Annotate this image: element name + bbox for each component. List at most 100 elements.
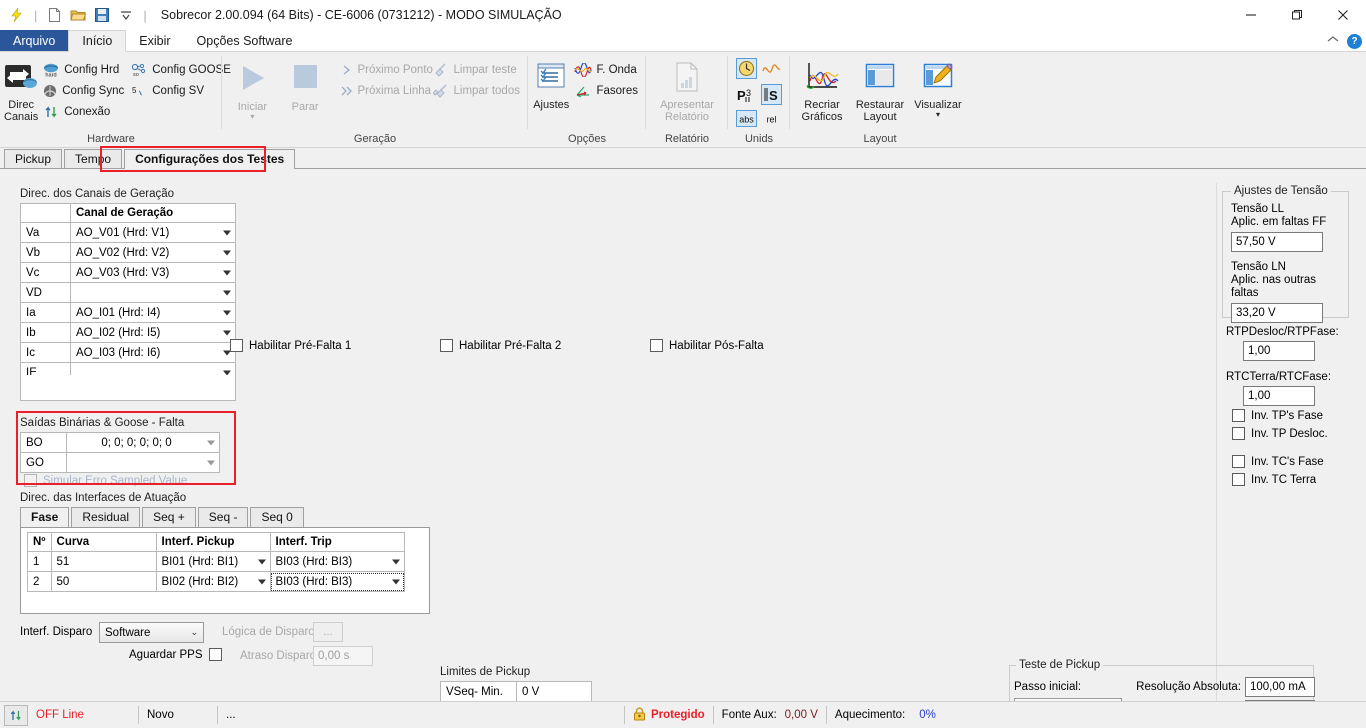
unit-s-toggle[interactable]: S [761,84,782,108]
connection-status-button[interactable] [4,704,28,726]
customize-qat-icon[interactable] [115,4,137,26]
lightning-icon[interactable] [6,4,28,26]
rtc-input[interactable]: 1,00 [1243,386,1315,406]
save-icon[interactable] [91,4,113,26]
restaurar-layout-button[interactable]: Restaurar Layout [850,57,910,123]
chevron-down-icon[interactable] [392,559,400,564]
unit-clock-toggle[interactable] [736,58,757,82]
actuation-tab-seq-plus[interactable]: Seq + [142,507,196,527]
inv-tc-terra-checkbox[interactable]: Inv. TC Terra [1232,473,1316,486]
help-icon[interactable]: ? [1347,33,1362,49]
config-hrd-button[interactable]: hard Config Hrd [40,60,128,80]
habilitar-pre-falta-1-checkbox[interactable]: Habilitar Pré-Falta 1 [230,339,351,352]
inv-tcs-fase-checkbox[interactable]: Inv. TC's Fase [1232,455,1324,468]
config-goose-button[interactable]: so Config GOOSE [128,60,235,80]
checkbox-box[interactable] [1232,427,1245,440]
checkbox-box[interactable] [1232,455,1245,468]
tensao-ll-input[interactable]: 57,50 V [1231,232,1323,252]
checkbox-box[interactable] [440,339,453,352]
channel-select-ia[interactable]: AO_I01 (Hrd: I4) [70,302,236,323]
inv-tps-fase-checkbox[interactable]: Inv. TP's Fase [1232,409,1323,422]
checkbox-box[interactable] [1232,409,1245,422]
minimize-button[interactable] [1228,0,1274,30]
chevron-down-icon[interactable]: ⌄ [190,627,198,638]
new-file-icon[interactable] [43,4,65,26]
unit-rel-toggle[interactable]: rel [761,110,782,130]
iniciar-button[interactable]: Iniciar ▾ [226,57,279,121]
proxima-linha-button[interactable]: Próxima Linha [338,81,431,101]
iniciar-chevron-icon[interactable]: ▾ [250,113,254,121]
checkbox-box[interactable] [1232,473,1245,486]
tab-exibir[interactable]: Exibir [126,30,183,51]
config-sv-button[interactable]: 5 Config SV [128,81,235,101]
tensao-ln-input[interactable]: 33,20 V [1231,303,1323,323]
limit-value-vseq-min[interactable]: 0 V [516,681,592,702]
chevron-down-icon[interactable] [257,579,266,584]
chevron-down-icon[interactable] [223,250,231,255]
tab-arquivo[interactable]: Arquivo [0,30,69,51]
actuation-tab-seq-zero[interactable]: Seq 0 [250,507,304,527]
checkbox-box[interactable] [230,339,243,352]
tab-opcoes-software[interactable]: Opções Software [184,30,306,51]
parar-button[interactable]: Parar [279,57,332,113]
binary-output-select-bo[interactable]: 0; 0; 0; 0; 0; 0 [66,432,220,453]
chevron-down-icon[interactable] [223,330,231,335]
recriar-graficos-button[interactable]: Recriar Gráficos [794,57,850,123]
rtp-input[interactable]: 1,00 [1243,341,1315,361]
resolucao-absoluta-input[interactable]: 100,00 mA [1245,677,1315,697]
interf-disparo-select[interactable]: Software ⌄ [99,622,204,643]
inner-tab-tempo[interactable]: Tempo [64,149,123,169]
chevron-down-icon[interactable] [223,310,231,315]
unit-sine-toggle[interactable] [761,58,782,82]
channel-select-vb[interactable]: AO_V02 (Hrd: V2) [70,242,236,263]
f-onda-button[interactable]: F. Onda [572,60,642,80]
tab-inicio[interactable]: Início [68,30,127,52]
unit-abs-toggle[interactable]: abs [736,110,757,130]
chevron-down-icon[interactable] [392,579,400,584]
config-sync-button[interactable]: Config Sync [40,81,128,101]
chevron-down-icon[interactable] [207,460,215,465]
close-button[interactable] [1320,0,1366,30]
apresentar-relatorio-button[interactable]: Apresentar Relatório [650,57,724,123]
maximize-button[interactable] [1274,0,1320,30]
limpar-teste-button[interactable]: Limpar teste [430,60,524,80]
actuation-tab-fase[interactable]: Fase [20,507,70,527]
ajustes-button[interactable]: Ajustes [532,57,570,111]
chevron-down-icon[interactable] [223,270,231,275]
checkbox-box[interactable] [208,648,222,661]
habilitar-pre-falta-2-checkbox[interactable]: Habilitar Pré-Falta 2 [440,339,561,352]
visualizar-button[interactable]: Visualizar ▾ [910,57,966,119]
row-1-trip-select[interactable]: BI03 (Hrd: BI3) [269,551,406,572]
collapse-ribbon-icon[interactable] [1327,35,1339,47]
row-1-curva[interactable]: 51 [50,551,157,572]
logica-disparo-button[interactable]: ... [313,622,343,642]
actuation-tab-seq-minus[interactable]: Seq - [197,507,249,527]
fasores-button[interactable]: Fasores [572,81,642,101]
checkbox-box[interactable] [650,339,663,352]
channel-select-vc[interactable]: AO_V03 (Hrd: V3) [70,262,236,283]
row-2-trip-select[interactable]: BI03 (Hrd: BI3) [269,571,406,592]
unit-p3-toggle[interactable]: P3 [736,84,757,108]
visualizar-label-2[interactable]: ▾ [936,111,940,119]
direc-canais-button[interactable]: Direc Canais [4,57,38,123]
proximo-ponto-button[interactable]: Próximo Ponto [338,60,433,80]
atraso-disparo-input[interactable]: 0,00 s [313,646,373,666]
row-2-curva[interactable]: 50 [50,571,157,592]
row-1-pickup-select[interactable]: BI01 (Hrd: BI1) [155,551,271,572]
chevron-down-icon[interactable] [257,559,266,564]
chevron-down-icon[interactable] [207,440,215,445]
conexao-button[interactable]: Conexão [40,102,128,122]
habilitar-pos-falta-checkbox[interactable]: Habilitar Pós-Falta [650,339,764,352]
inner-tab-pickup[interactable]: Pickup [4,149,63,169]
channel-select-ib[interactable]: AO_I02 (Hrd: I5) [70,322,236,343]
binary-output-select-go[interactable] [66,452,220,473]
chevron-down-icon[interactable] [223,230,231,235]
open-folder-icon[interactable] [67,4,89,26]
actuation-tab-residual[interactable]: Residual [71,507,141,527]
limpar-todos-button[interactable]: Limpar todos [430,81,524,101]
inv-tp-desloc-checkbox[interactable]: Inv. TP Desloc. [1232,427,1328,440]
chevron-down-icon[interactable] [223,290,231,295]
channel-select-ic[interactable]: AO_I03 (Hrd: I6) [70,342,236,363]
row-2-pickup-select[interactable]: BI02 (Hrd: BI2) [155,571,271,592]
inner-tab-configuracoes-dos-testes[interactable]: Configurações dos Testes [124,149,296,169]
